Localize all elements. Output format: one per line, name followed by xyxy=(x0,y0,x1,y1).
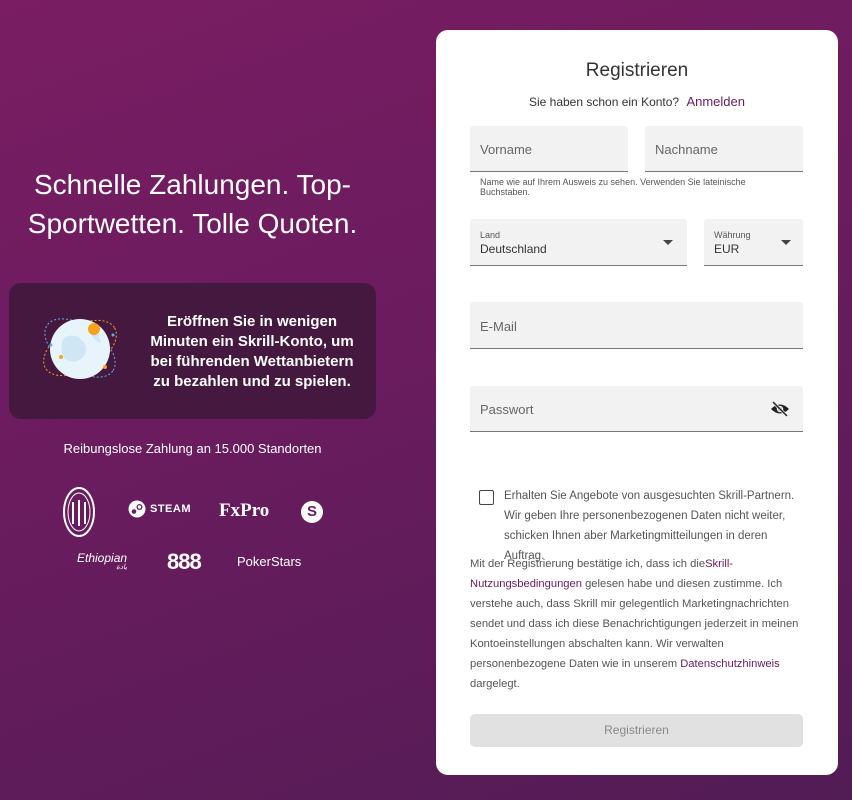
last-name-field[interactable]: Nachname xyxy=(645,126,803,172)
promo-card: Eröffnen Sie in wenigen Minuten ein Skri… xyxy=(9,283,376,419)
country-value: Deutschland xyxy=(480,242,547,256)
hero-title: Schnelle Zahlungen. Top-Sportwetten. Tol… xyxy=(27,169,358,239)
name-hint: Name wie auf Ihrem Ausweis zu sehen. Ver… xyxy=(480,177,746,197)
have-account-text: Sie haben schon ein Konto? xyxy=(528,95,680,109)
marketing-consent-checkbox[interactable] xyxy=(479,490,494,505)
first-name-field[interactable]: Vorname xyxy=(470,126,628,172)
fxpro-logo: FxPro xyxy=(219,500,270,521)
last-name-placeholder: Nachname xyxy=(655,142,718,157)
legal-text-part3: dargelegt. xyxy=(470,678,520,690)
country-select[interactable]: Land Deutschland xyxy=(470,219,687,266)
password-placeholder: Passwort xyxy=(480,402,534,417)
pokerstars-logo: PokerStars xyxy=(237,554,302,569)
eye-off-icon[interactable] xyxy=(770,401,790,417)
steam-logo: STEAM xyxy=(128,500,191,518)
steam-icon xyxy=(128,500,146,518)
chevron-down-icon xyxy=(663,240,673,245)
globe-icon xyxy=(43,318,117,379)
register-button[interactable]: Registrieren xyxy=(470,714,803,747)
email-placeholder: E-Mail xyxy=(480,319,517,334)
legal-text-part2: gelesen habe und diesen zustimme. Ich ve… xyxy=(470,578,799,670)
password-field[interactable]: Passwort xyxy=(470,386,803,432)
ethiopian-logo: Ethiopian يادة xyxy=(77,551,127,571)
currency-select[interactable]: Währung EUR xyxy=(704,219,803,266)
steam-logo-text: STEAM xyxy=(150,503,191,515)
legal-text-part1: Mit der Registrierung bestätige ich, das… xyxy=(470,558,706,570)
email-field[interactable]: E-Mail xyxy=(470,302,803,349)
888-logo: 888 xyxy=(167,549,202,574)
legal-text: Mit der Registrierung bestätige ich, das… xyxy=(470,554,805,694)
chevron-down-icon xyxy=(781,240,791,245)
login-prompt: Sie haben schon ein Konto? Anmelden xyxy=(436,94,838,109)
skype-logo: S xyxy=(301,501,323,523)
privacy-link[interactable]: Datenschutzhinweis xyxy=(680,658,780,670)
form-title: Registrieren xyxy=(585,60,689,81)
registration-card: Registrieren Sie haben schon ein Konto? … xyxy=(436,30,838,775)
country-label: Land xyxy=(480,230,501,240)
first-name-placeholder: Vorname xyxy=(480,142,533,157)
currency-value: EUR xyxy=(714,242,740,256)
currency-label: Währung xyxy=(714,230,751,240)
ac-milan-logo xyxy=(63,487,95,537)
login-link[interactable]: Anmelden xyxy=(686,94,745,109)
promo-text: Eröffnen Sie in wenigen Minuten ein Skri… xyxy=(150,313,354,390)
locations-text: Reibungslose Zahlung an 15.000 Standorte… xyxy=(63,441,322,456)
